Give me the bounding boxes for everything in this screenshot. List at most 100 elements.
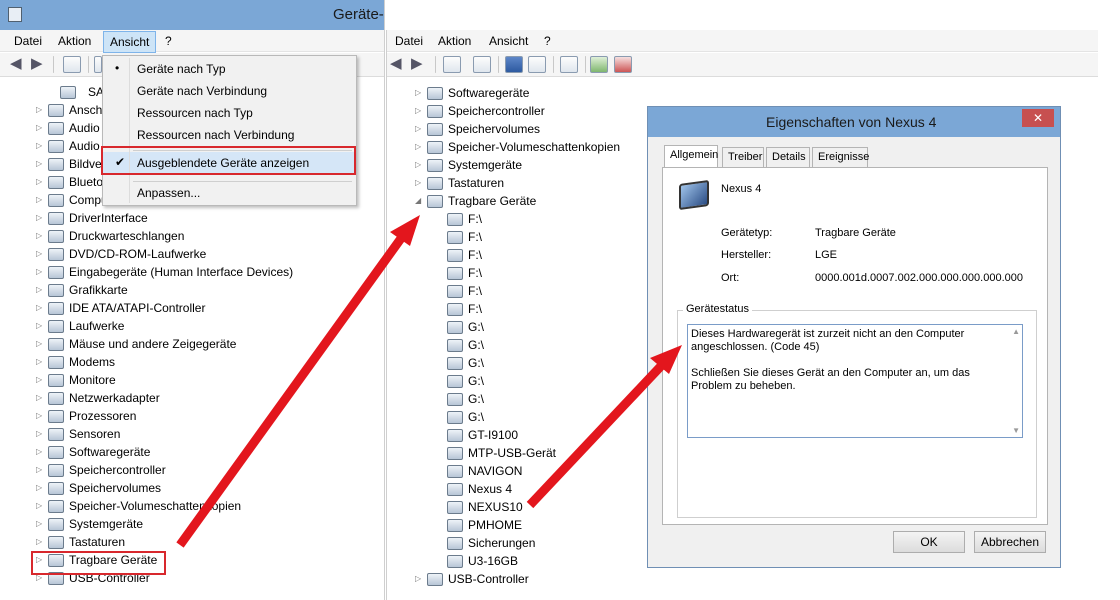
back-arrow-icon[interactable]: ◀	[390, 54, 406, 72]
ok-button[interactable]: OK	[893, 531, 965, 553]
expand-icon[interactable]: ▷	[415, 178, 421, 187]
expand-icon[interactable]: ▷	[36, 393, 42, 402]
tree-child-item[interactable]: F:\	[447, 247, 647, 265]
expand-icon[interactable]: ▷	[36, 195, 42, 204]
tree-item[interactable]: ▷ Speichercontroller	[36, 462, 366, 480]
tree-child-item[interactable]: U3-16GB	[447, 553, 647, 571]
tree-child-item[interactable]: PMHOME	[447, 517, 647, 535]
tree-child-item[interactable]: G:\	[447, 355, 647, 373]
tree-item[interactable]: ▷ Softwaregeräte	[415, 85, 665, 103]
tab-treiber[interactable]: Treiber	[722, 147, 764, 167]
tree-item[interactable]: ▷ Grafikkarte	[36, 282, 366, 300]
expand-icon[interactable]: ▷	[36, 123, 42, 132]
tree-item[interactable]: ▷ Speicher-Volumeschattenkopien	[415, 139, 665, 157]
tab-ereignisse[interactable]: Ereignisse	[812, 147, 869, 167]
expand-icon[interactable]: ▷	[36, 249, 42, 258]
dropdown-item[interactable]: Ressourcen nach Typ	[103, 102, 356, 124]
update-driver-icon[interactable]	[590, 56, 608, 73]
tree-child-item[interactable]: NEXUS10	[447, 499, 647, 517]
tree-item[interactable]: ▷ Softwaregeräte	[36, 444, 366, 462]
tree-item[interactable]: ▷ Modems	[36, 354, 366, 372]
expand-icon[interactable]: ▷	[36, 141, 42, 150]
expand-icon[interactable]: ▷	[415, 142, 421, 151]
tree-item[interactable]: ▷ Speichercontroller	[415, 103, 665, 121]
help-icon[interactable]	[94, 56, 102, 73]
expand-icon[interactable]: ▷	[36, 465, 42, 474]
expand-icon[interactable]: ▷	[36, 375, 42, 384]
menu-ansicht[interactable]: Ansicht	[489, 34, 528, 48]
tab-details[interactable]: Details	[766, 147, 810, 167]
tree-item[interactable]: ▷ DriverInterface	[36, 210, 366, 228]
tree-item[interactable]: ▷ Monitore	[36, 372, 366, 390]
dropdown-item[interactable]: Ressourcen nach Verbindung	[103, 124, 356, 146]
tree-item[interactable]: ▷ Tastaturen	[36, 534, 366, 552]
tree-item[interactable]: ▷ Prozessoren	[36, 408, 366, 426]
back-arrow-icon[interactable]: ◀	[10, 54, 26, 72]
expand-icon[interactable]: ▷	[36, 177, 42, 186]
dropdown-item[interactable]: Anpassen...	[103, 182, 356, 204]
tree-child-item[interactable]: F:\	[447, 301, 647, 319]
properties-icon[interactable]	[63, 56, 81, 73]
close-icon[interactable]: ✕	[1022, 109, 1054, 127]
tree-item[interactable]: ▷ Laufwerke	[36, 318, 366, 336]
expand-icon[interactable]: ▷	[415, 574, 421, 583]
menu-help[interactable]: ?	[544, 34, 551, 48]
expand-icon[interactable]: ▷	[36, 357, 42, 366]
dropdown-item[interactable]: • Geräte nach Typ	[103, 58, 356, 80]
scan-hardware-icon[interactable]	[560, 56, 578, 73]
tree-child-item[interactable]: Sicherungen	[447, 535, 647, 553]
tree-child-item[interactable]: GT-I9100	[447, 427, 647, 445]
expand-icon[interactable]: ◢	[415, 196, 421, 205]
forward-arrow-icon[interactable]: ▶	[31, 54, 47, 72]
tree-item[interactable]: ▷ Mäuse und andere Zeigegeräte	[36, 336, 366, 354]
dropdown-item[interactable]: Geräte nach Verbindung	[103, 80, 356, 102]
expand-icon[interactable]: ▷	[36, 159, 42, 168]
expand-icon[interactable]: ▷	[36, 447, 42, 456]
expand-icon[interactable]: ▷	[36, 285, 42, 294]
tree-item-usb-controller[interactable]: ▷ USB-Controller	[415, 571, 595, 589]
tree-item[interactable]: ▷ Speichervolumes	[415, 121, 665, 139]
view-icon[interactable]	[528, 56, 546, 73]
tree-child-item[interactable]: MTP-USB-Gerät	[447, 445, 647, 463]
menu-ansicht[interactable]: Ansicht	[103, 31, 157, 53]
status-textbox[interactable]: Dieses Hardwaregerät ist zurzeit nicht a…	[687, 324, 1023, 438]
menu-help[interactable]: ?	[165, 34, 172, 48]
expand-icon[interactable]: ▷	[36, 429, 42, 438]
expand-icon[interactable]: ▷	[415, 160, 421, 169]
expand-icon[interactable]: ▷	[36, 105, 42, 114]
tree-item[interactable]: ▷ Eingabegeräte (Human Interface Devices)	[36, 264, 366, 282]
expand-icon[interactable]: ▷	[36, 483, 42, 492]
expand-icon[interactable]: ▷	[36, 339, 42, 348]
expand-icon[interactable]: ▷	[415, 106, 421, 115]
tree-child-item[interactable]: F:\	[447, 211, 647, 229]
forward-arrow-icon[interactable]: ▶	[411, 54, 427, 72]
tree-item[interactable]: ▷ Systemgeräte	[36, 516, 366, 534]
cancel-button[interactable]: Abbrechen	[974, 531, 1046, 553]
scroll-up-icon[interactable]: ▲	[1012, 325, 1020, 338]
tree-item[interactable]: ▷ Druckwarteschlangen	[36, 228, 366, 246]
tree-item[interactable]: ▷ Systemgeräte	[415, 157, 665, 175]
expand-icon[interactable]: ▷	[36, 231, 42, 240]
tree-item[interactable]: ▷ Speicher-Volumeschattenkopien	[36, 498, 366, 516]
tree-child-item[interactable]: G:\	[447, 373, 647, 391]
tree-child-item[interactable]: F:\	[447, 229, 647, 247]
menu-datei[interactable]: Datei	[395, 34, 423, 48]
help-icon[interactable]	[505, 56, 523, 73]
tree-item[interactable]: ▷ Netzwerkadapter	[36, 390, 366, 408]
tree-item[interactable]: ▷ DVD/CD-ROM-Laufwerke	[36, 246, 366, 264]
tree-child-item[interactable]: G:\	[447, 337, 647, 355]
tree-child-item[interactable]: F:\	[447, 265, 647, 283]
tree-child-item[interactable]: Nexus 4	[447, 481, 647, 499]
expand-icon[interactable]: ▷	[36, 501, 42, 510]
expand-icon[interactable]: ▷	[415, 88, 421, 97]
menu-datei[interactable]: Datei	[14, 34, 42, 48]
tree-child-item[interactable]: G:\	[447, 409, 647, 427]
expand-icon[interactable]: ▷	[415, 124, 421, 133]
expand-icon[interactable]: ▷	[36, 267, 42, 276]
tree-item[interactable]: ▷ Speichervolumes	[36, 480, 366, 498]
tree-item[interactable]: ▷ IDE ATA/ATAPI-Controller	[36, 300, 366, 318]
tree-child-item[interactable]: F:\	[447, 283, 647, 301]
expand-icon[interactable]: ▷	[36, 303, 42, 312]
tree-child-item[interactable]: NAVIGON	[447, 463, 647, 481]
expand-icon[interactable]: ▷	[36, 321, 42, 330]
